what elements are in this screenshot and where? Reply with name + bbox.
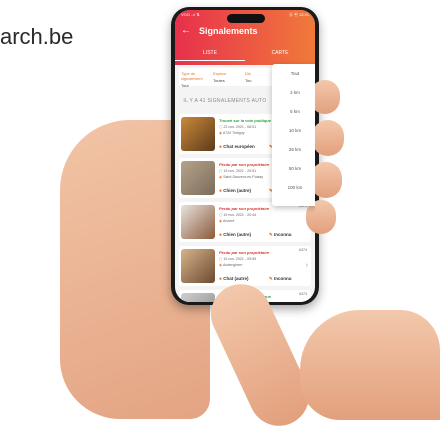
paw-icon: ♣ bbox=[219, 144, 222, 149]
report-date: ▢ 22 nov. 2021 - 08:51 bbox=[219, 125, 257, 129]
palm bbox=[300, 310, 440, 420]
report-date: ▢ 19 nov. 2021 - 20:44 bbox=[219, 213, 257, 217]
report-place: ◉ Saint-Sauveur-en-Puisay bbox=[219, 175, 264, 179]
distance-option[interactable]: 5 km bbox=[272, 102, 315, 121]
distance-option[interactable]: 50 km bbox=[272, 159, 315, 178]
report-status: Perdu par son propriétaire bbox=[219, 250, 270, 255]
paw-icon: ♣ bbox=[219, 232, 222, 237]
filter-species[interactable]: Espèce Toutes bbox=[211, 68, 243, 86]
animal-age: ✎ Inconnu bbox=[269, 232, 292, 237]
animal-photo bbox=[181, 293, 215, 302]
distance-option[interactable]: 100 km bbox=[272, 178, 315, 197]
animal-type: ♣ Chat européen bbox=[219, 144, 255, 149]
filter-type[interactable]: Type de signalement Tout bbox=[179, 68, 211, 88]
report-date: ▢ 19 nov. 2021 - 09:59 bbox=[219, 257, 257, 261]
report-place: ◉ Anzeré bbox=[219, 219, 235, 223]
report-place: ◉ 6720 Tintigny bbox=[219, 131, 245, 135]
animal-photo bbox=[181, 161, 215, 195]
report-status: Trouvé sur la voie publique bbox=[219, 118, 271, 123]
filter-bar: Type de signalement Tout Espèce Toutes D… bbox=[179, 68, 275, 88]
status-left: VOO ..ıl ⇅ bbox=[181, 12, 200, 17]
report-place: ◉ Audenghem bbox=[219, 263, 243, 267]
animal-type: ♣ Chat (autre) bbox=[219, 276, 249, 281]
animal-type: ♣ Chien (autre) bbox=[219, 188, 251, 193]
pin-icon: ◉ bbox=[219, 175, 223, 179]
animal-photo bbox=[181, 117, 215, 151]
report-status: Perdu par son propriétaire bbox=[219, 206, 270, 211]
back-arrow-icon[interactable]: ← bbox=[181, 26, 191, 36]
status-right: ⓪ ▣ 12:41 bbox=[288, 12, 309, 17]
tab-liste[interactable]: LISTE bbox=[175, 50, 245, 61]
report-card[interactable]: Perdu par son propriétaire ▢ 19 nov. 202… bbox=[179, 202, 311, 242]
calendar-icon: ▢ bbox=[219, 213, 223, 217]
finger bbox=[312, 120, 344, 156]
watermark-text: arch.be bbox=[0, 24, 74, 49]
right-hand bbox=[201, 40, 440, 436]
camera-notch bbox=[227, 14, 265, 23]
calendar-icon: ▢ bbox=[219, 169, 223, 173]
animal-photo bbox=[181, 205, 215, 239]
distance-option[interactable]: 25 km bbox=[272, 140, 315, 159]
distance-option[interactable]: Tout bbox=[272, 64, 315, 83]
paw-icon: ♣ bbox=[219, 276, 222, 281]
pencil-icon: ✎ bbox=[269, 232, 273, 237]
page-title: Signalements bbox=[199, 26, 258, 36]
phone-screen: VOO ..ıl ⇅ ⓪ ▣ 12:41 ← Signalements LIST… bbox=[175, 10, 315, 302]
animal-age: ✎ Inconnu bbox=[269, 276, 292, 281]
animal-type: ♣ Chien (autre) bbox=[219, 232, 251, 237]
animal-photo bbox=[181, 249, 215, 283]
report-status: Perdu par son propriétaire bbox=[219, 162, 270, 167]
report-card[interactable]: Perdu par son propriétaire ▢ 19 nov. 202… bbox=[179, 246, 311, 286]
phone-frame: VOO ..ıl ⇅ ⓪ ▣ 12:41 ← Signalements LIST… bbox=[171, 7, 319, 305]
calendar-icon: ▢ bbox=[219, 125, 223, 129]
pencil-icon: ✎ bbox=[269, 276, 273, 281]
results-count: IL Y A 41 SIGNALEMENTS AUTO bbox=[183, 98, 267, 104]
pin-icon: ◉ bbox=[219, 131, 223, 135]
filter-distance[interactable]: Dis Tou bbox=[243, 68, 275, 86]
distance-option[interactable]: 2 km bbox=[272, 83, 315, 102]
calendar-icon: ▢ bbox=[219, 257, 223, 261]
report-date: ▢ 19 nov. 2021 - 20:51 bbox=[219, 169, 257, 173]
pin-icon: ◉ bbox=[219, 263, 223, 267]
distance-dropdown: Tout 2 km 5 km 10 km 25 km 50 km 100 km bbox=[272, 64, 315, 206]
distance-option[interactable]: 10 km bbox=[272, 121, 315, 140]
paw-icon: ♣ bbox=[219, 188, 222, 193]
pin-icon: ◉ bbox=[219, 219, 223, 223]
